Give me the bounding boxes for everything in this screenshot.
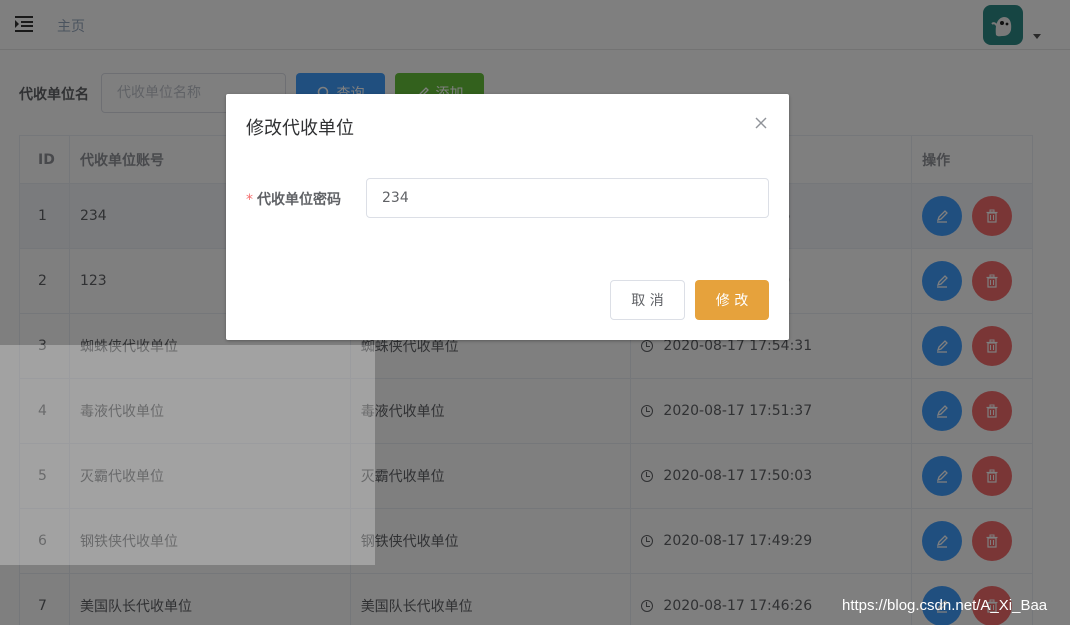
confirm-edit-button[interactable]: 修 改 (695, 280, 769, 320)
dialog-title: 修改代收单位 (246, 118, 354, 139)
watermark-text: https://blog.csdn.net/A_Xi_Baa (842, 597, 1048, 614)
unit-password-input[interactable] (366, 178, 769, 218)
cancel-button[interactable]: 取 消 (610, 280, 685, 320)
password-field-label-text: 代收单位密码 (257, 192, 341, 208)
overlay-highlight-region (0, 345, 375, 565)
password-field-label: * 代收单位密码 (246, 189, 341, 209)
required-mark: * (246, 192, 253, 208)
close-icon[interactable] (754, 116, 768, 130)
edit-unit-dialog: 修改代收单位 *代收单位密码 取 消 修 改 (226, 94, 789, 340)
